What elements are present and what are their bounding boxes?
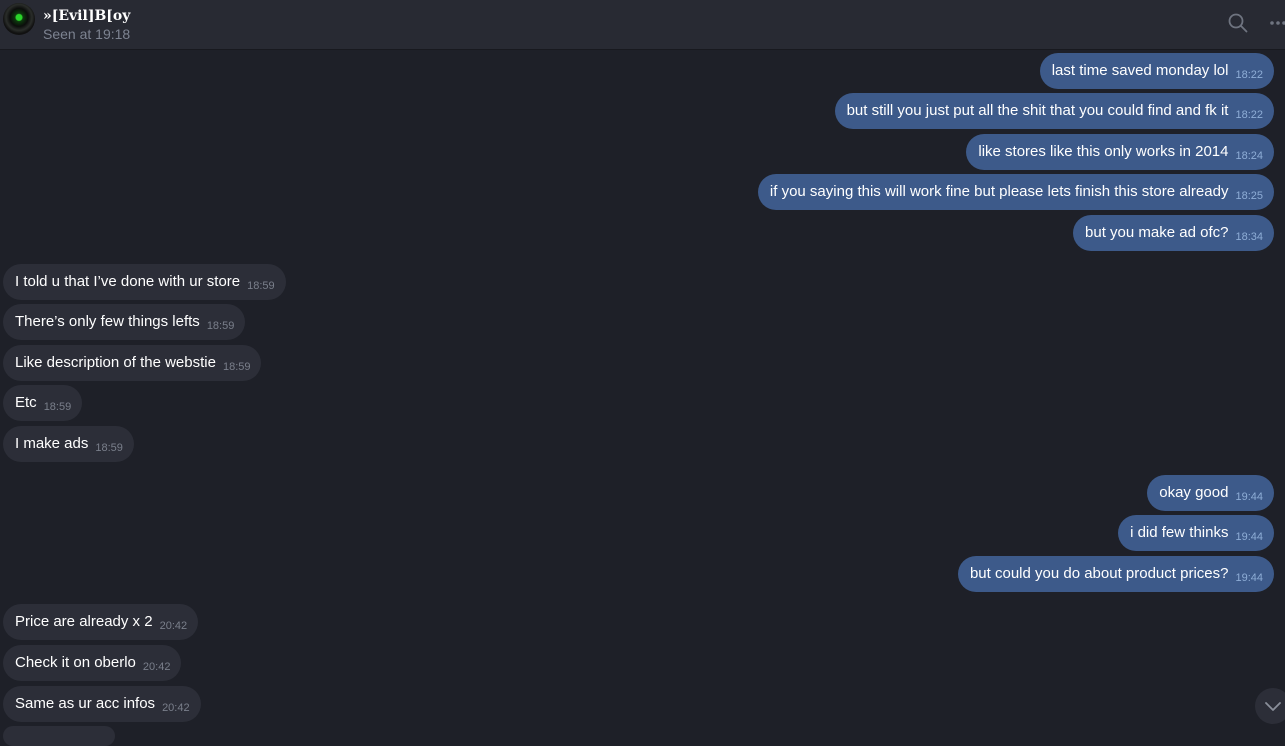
message-time: 18:22	[1235, 109, 1263, 121]
message-time: 18:59	[247, 280, 275, 292]
last-seen-status: Seen at 19:18	[43, 26, 131, 42]
message-bubble-incoming[interactable]: Like description of the webstie 18:59	[3, 345, 262, 381]
message-text: but you make ad ofc?	[1085, 224, 1229, 241]
message-time: 18:59	[206, 320, 235, 332]
message-time: 19:44	[1235, 491, 1263, 503]
message-bubble-incoming[interactable]: Same as ur acc infos 20:42	[3, 686, 201, 722]
message-text: but could you do about product prices?	[969, 565, 1229, 582]
chevron-down-icon	[1265, 702, 1281, 711]
message-bubble-outgoing[interactable]: but still you just put all the shit that…	[834, 93, 1274, 129]
message-bubble-incoming[interactable]: Etc 18:59	[3, 385, 83, 421]
more-options-icon[interactable]	[1269, 13, 1285, 33]
scroll-to-bottom-button[interactable]	[1255, 688, 1285, 724]
message-time: 18:59	[95, 442, 123, 454]
message-time: 18:25	[1235, 190, 1263, 202]
message-time: 18:34	[1235, 231, 1263, 243]
message-bubble-outgoing[interactable]: but could you do about product prices? 19…	[957, 556, 1274, 592]
message-bubble-outgoing[interactable]: like stores like this only works in 2014…	[966, 134, 1274, 170]
message-time: 20:42	[162, 702, 190, 714]
message-text: last time saved monday lol	[1051, 62, 1229, 79]
message-bubble-outgoing[interactable]: last time saved monday lol 18:22	[1039, 53, 1274, 89]
message-text: if you saying this will work fine but pl…	[769, 183, 1229, 200]
message-bubble-incoming[interactable]: I make ads 18:59	[3, 426, 134, 462]
message-bubble-incoming[interactable]: There’s only few things lefts 18:59	[3, 304, 246, 340]
message-text: Etc	[15, 394, 37, 411]
message-text: like stores like this only works in 2014	[978, 143, 1229, 160]
message-text: but still you just put all the shit that…	[846, 102, 1229, 119]
message-time: 18:24	[1235, 150, 1263, 162]
search-icon[interactable]	[1228, 13, 1248, 33]
message-time: 20:42	[142, 661, 171, 673]
message-text: There’s only few things lefts	[15, 313, 200, 330]
message-text: i did few thinks	[1130, 524, 1229, 541]
message-text: okay good	[1159, 484, 1229, 501]
avatar[interactable]	[3, 3, 35, 35]
message-bubble-incoming[interactable]: I told u that I’ve done with ur store 18:…	[3, 264, 286, 300]
message-text: Check it on oberlo	[15, 654, 136, 671]
chat-name[interactable]: »[Evil]B[oy	[43, 8, 130, 24]
message-bubble-outgoing[interactable]: okay good 19:44	[1147, 475, 1274, 511]
message-time: 20:42	[159, 620, 188, 632]
message-time: 18:22	[1235, 69, 1263, 81]
chat-header: »[Evil]B[oy Seen at 19:18	[0, 0, 1285, 50]
message-time: 18:59	[43, 401, 72, 413]
message-text: Like description of the webstie	[15, 354, 216, 371]
message-bubble-outgoing[interactable]: if you saying this will work fine but pl…	[757, 174, 1274, 210]
message-text: I told u that I’ve done with ur store	[15, 273, 241, 290]
message-text: Price are already x 2	[15, 613, 153, 630]
message-bubble-incoming[interactable]: Check it on oberlo 20:42	[3, 645, 182, 681]
message-bubble-outgoing[interactable]: i did few thinks 19:44	[1118, 515, 1274, 551]
message-text: I make ads	[15, 435, 89, 452]
message-text: Same as ur acc infos	[15, 695, 156, 712]
message-time: 19:44	[1235, 531, 1263, 543]
message-bubble-incoming[interactable]: Price are already x 2 20:42	[3, 604, 199, 640]
message-time: 18:59	[222, 361, 251, 373]
message-time: 19:44	[1235, 572, 1263, 584]
message-bubble-outgoing[interactable]: but you make ad ofc? 18:34	[1073, 215, 1274, 251]
message-bubble-incoming[interactable]	[3, 726, 115, 746]
